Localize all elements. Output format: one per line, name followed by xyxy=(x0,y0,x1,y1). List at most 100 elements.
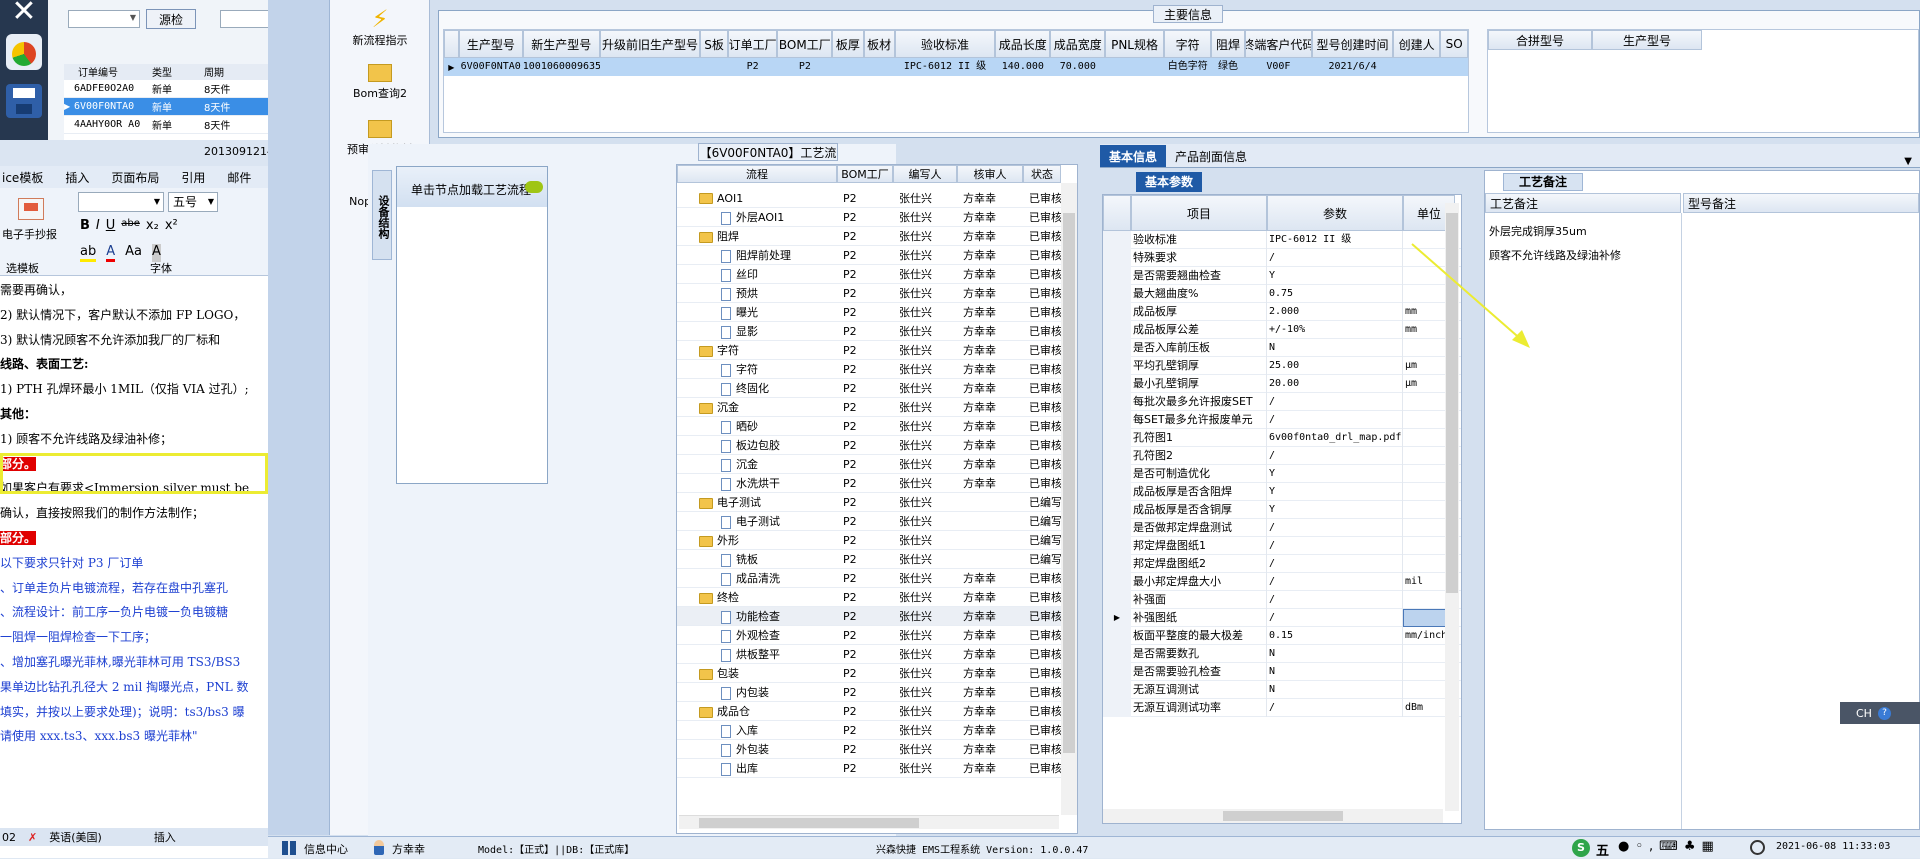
menu-layout[interactable]: 页面布局 xyxy=(111,169,159,186)
check-button[interactable]: 源检 xyxy=(146,9,196,29)
process-row[interactable]: 字符 P2 张仕兴 方幸幸 已审核 xyxy=(677,360,1077,379)
menu-reference[interactable]: 引用 xyxy=(181,169,205,186)
main-info-col-header[interactable]: 新生产型号 xyxy=(522,30,600,58)
param-row[interactable]: 无源互调测试 N xyxy=(1103,680,1461,699)
tab-dropdown-icon[interactable]: ▼ xyxy=(1904,156,1912,167)
tab-profile-info[interactable]: 产品剖面信息 xyxy=(1166,145,1256,167)
param-row[interactable]: 成品板厚是否含铜厚 Y xyxy=(1103,500,1461,519)
main-info-col-header[interactable]: 终端客户代码 xyxy=(1244,30,1313,58)
info-center-label[interactable]: 信息中心 xyxy=(304,841,348,857)
menu-template[interactable]: ice模板 xyxy=(2,169,43,186)
process-row[interactable]: 水洗烘干 P2 张仕兴 方幸幸 已审核 xyxy=(677,474,1077,493)
process-row[interactable]: 铣板 P2 张仕兴 已编写 xyxy=(677,550,1077,569)
process-row[interactable]: 外层AOI1 P2 张仕兴 方幸幸 已审核 xyxy=(677,208,1077,227)
filter-combo[interactable]: ▼ xyxy=(68,10,140,28)
main-info-col-header[interactable]: 订单工厂 xyxy=(727,30,778,58)
process-row[interactable]: 成品仓 P2 张仕兴 方幸幸 已审核 xyxy=(677,702,1077,721)
main-info-col-header[interactable]: SO xyxy=(1440,30,1468,58)
param-row[interactable]: 邦定焊盘图纸2/ xyxy=(1103,554,1461,573)
hand-report-label[interactable]: 电子手抄报 xyxy=(2,226,57,242)
process-row[interactable]: 板边包胶 P2 张仕兴 方幸幸 已审核 xyxy=(677,436,1077,455)
process-row[interactable]: 电子测试 P2 张仕兴 已编写 xyxy=(677,493,1077,512)
main-info-col-header[interactable]: 生产型号 xyxy=(458,30,523,58)
process-row[interactable]: 沉金 P2 张仕兴 方幸幸 已审核 xyxy=(677,455,1077,474)
param-row[interactable]: 邦定焊盘图纸1/ xyxy=(1103,536,1461,555)
menu-insert[interactable]: 插入 xyxy=(65,169,89,186)
main-info-col-header[interactable]: PNL规格 xyxy=(1105,30,1164,58)
main-info-col-header[interactable]: 阻焊 xyxy=(1211,30,1245,58)
process-row[interactable]: 入库 P2 张仕兴 方幸幸 已审核 xyxy=(677,721,1077,740)
tab-basic-info[interactable]: 基本信息 xyxy=(1100,145,1166,167)
font-size-adjust-icon[interactable]: Aa xyxy=(125,244,142,262)
sidebar-item-bom[interactable]: Bom查询2 xyxy=(330,62,430,110)
process-row[interactable]: 显影 P2 张仕兴 方幸幸 已审核 xyxy=(677,322,1077,341)
underline-button[interactable]: U xyxy=(106,218,116,233)
process-row[interactable]: 晒砂 P2 张仕兴 方幸幸 已审核 xyxy=(677,417,1077,436)
param-row[interactable]: 成品板厚是否含阻焊 Y xyxy=(1103,482,1461,501)
param-row[interactable]: 最小孔壁铜厚 20.00 μm xyxy=(1103,374,1461,393)
param-col-header[interactable]: 项目 xyxy=(1131,195,1267,231)
param-row[interactable]: 孔符图1 6v00f0nta0_drl_map.pdf xyxy=(1103,428,1461,447)
process-row[interactable]: 字符 P2 张仕兴 方幸幸 已审核 xyxy=(677,341,1077,360)
process-row[interactable]: AOI1 P2 张仕兴 方幸幸 已审核 xyxy=(677,189,1077,208)
process-col-header[interactable]: BOM工厂 xyxy=(837,165,893,183)
chart-app-icon[interactable] xyxy=(6,34,42,70)
remarks-tab[interactable]: 工艺备注 xyxy=(1503,173,1583,191)
param-row[interactable]: 每批次最多允许报废SET / xyxy=(1103,392,1461,411)
handwriting-icon[interactable] xyxy=(18,198,44,220)
sogou-icon[interactable]: S xyxy=(1572,839,1590,857)
process-row[interactable]: 阻焊 P2 张仕兴 方幸幸 已审核 xyxy=(677,227,1077,246)
param-hscroll[interactable] xyxy=(1103,809,1443,823)
process-row[interactable]: 出库 P2 张仕兴 方幸幸 已审核 xyxy=(677,759,1077,778)
table-row[interactable]: 6ADFE0O2A0 新单 8天件 xyxy=(64,80,270,98)
param-row[interactable]: 板面平整度的最大极差 0.15 mm/inch xyxy=(1103,626,1461,645)
process-col-header[interactable]: 流程 xyxy=(677,165,837,183)
process-row[interactable]: 外形 P2 张仕兴 已编写 xyxy=(677,531,1077,550)
table-row[interactable]: 4AAHY0OR A0 新单 8天件 xyxy=(64,116,270,134)
param-row[interactable]: 平均孔壁铜厚 25.00 μm xyxy=(1103,356,1461,375)
main-info-col-header[interactable]: 字符 xyxy=(1163,30,1212,58)
param-row[interactable]: 是否需要验孔检查 N xyxy=(1103,662,1461,681)
process-row[interactable]: 内包装 P2 张仕兴 方幸幸 已审核 xyxy=(677,683,1077,702)
process-row[interactable]: 电子测试 P2 张仕兴 已编写 xyxy=(677,512,1077,531)
sidebar-item-flow[interactable]: ⚡ 新流程指示 xyxy=(330,6,430,54)
grid-icon[interactable] xyxy=(282,841,296,855)
process-col-header[interactable]: 核审人 xyxy=(957,165,1023,183)
language-bar[interactable]: CH ? xyxy=(1840,702,1920,724)
main-info-col-header[interactable]: 创建人 xyxy=(1392,30,1441,58)
param-row[interactable]: 是否需要数孔 N xyxy=(1103,644,1461,663)
main-info-col-header[interactable]: S板 xyxy=(700,30,728,58)
param-row[interactable]: 是否做邦定焊盘测试 / xyxy=(1103,518,1461,537)
help-icon[interactable]: ? xyxy=(1877,706,1891,720)
process-hscroll[interactable] xyxy=(679,815,1059,829)
font-name-combo[interactable]: ▼ xyxy=(78,192,164,212)
basic-param-tab[interactable]: 基本参数 xyxy=(1136,172,1202,192)
process-row[interactable]: 阻焊前处理 P2 张仕兴 方幸幸 已审核 xyxy=(677,246,1077,265)
process-row[interactable]: 预烘 P2 张仕兴 方幸幸 已审核 xyxy=(677,284,1077,303)
param-row[interactable]: 孔符图2/ xyxy=(1103,446,1461,465)
process-row[interactable]: 外包装 P2 张仕兴 方幸幸 已审核 xyxy=(677,740,1077,759)
process-vertical-tab[interactable]: 设备结构 xyxy=(372,170,392,260)
process-row[interactable]: 包装 P2 张仕兴 方幸幸 已审核 xyxy=(677,664,1077,683)
document-body[interactable]: 需要再确认， 2) 默认情况下，客户默认不添加 FP LOGO， 3) 默认情况顾客… xyxy=(0,278,268,826)
language-label[interactable]: 英语(美国) xyxy=(49,829,102,845)
param-row[interactable]: 无源互调测试功率 / dBm xyxy=(1103,698,1461,717)
main-info-col-header[interactable]: 板厚 xyxy=(832,30,864,58)
spell-icon[interactable]: ✗ xyxy=(28,831,37,844)
main-info-col-header[interactable]: 验收标准 xyxy=(894,30,996,58)
main-info-col-header[interactable]: BOM工厂 xyxy=(777,30,833,58)
italic-button[interactable]: I xyxy=(96,218,100,233)
param-row[interactable]: 是否可制造优化 Y xyxy=(1103,464,1461,483)
subscript-button[interactable]: x₂ xyxy=(146,218,159,233)
superscript-button[interactable]: x² xyxy=(165,218,178,233)
menu-mail[interactable]: 邮件 xyxy=(227,169,251,186)
process-vscroll[interactable] xyxy=(1061,183,1077,815)
process-row[interactable]: 终检 P2 张仕兴 方幸幸 已审核 xyxy=(677,588,1077,607)
strike-button[interactable]: abe xyxy=(121,218,140,233)
close-icon[interactable]: ✕ xyxy=(4,0,44,28)
process-row[interactable]: 丝印 P2 张仕兴 方幸幸 已审核 xyxy=(677,265,1077,284)
process-row[interactable]: 功能检查 P2 张仕兴 方幸幸 已审核 xyxy=(677,607,1077,626)
ime-mode[interactable]: 五 xyxy=(1596,840,1609,859)
param-row[interactable]: 每SET最多允许报废单元 / xyxy=(1103,410,1461,429)
process-row[interactable]: 外观检查 P2 张仕兴 方幸幸 已审核 xyxy=(677,626,1077,645)
